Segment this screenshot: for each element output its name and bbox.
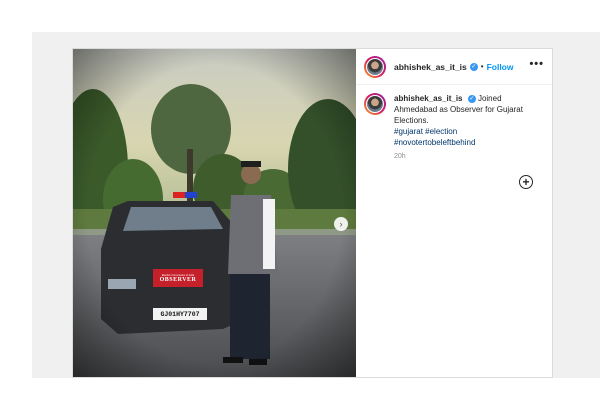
follow-button[interactable]: Follow: [487, 62, 514, 72]
next-image-button[interactable]: ›: [334, 217, 348, 231]
post-photo: [73, 49, 356, 377]
post-sidebar: abhishek_as_it_is ✓ • Follow ••• abhishe…: [356, 49, 552, 377]
load-more-comments-button[interactable]: +: [519, 175, 533, 189]
username-link[interactable]: abhishek_as_it_is: [394, 62, 467, 72]
plate-text: GJ01HY7707: [160, 310, 200, 318]
post-modal: Election Commission of India OBSERVER GJ…: [72, 48, 553, 378]
caption-block: abhishek_as_it_is ✓ Joined Ahmedabad as …: [364, 93, 546, 148]
hashtag-novotertobeleftbehind[interactable]: #novotertobeleftbehind: [394, 138, 475, 147]
avatar[interactable]: [364, 55, 386, 78]
observer-board: Election Commission of India OBSERVER: [153, 269, 203, 287]
caption-avatar[interactable]: [364, 93, 386, 115]
plus-circle-icon: +: [522, 174, 530, 189]
verified-badge-icon: ✓: [469, 62, 478, 71]
more-options-icon[interactable]: •••: [529, 59, 544, 70]
observer-board-line2: OBSERVER: [159, 276, 197, 283]
post-header: abhishek_as_it_is ✓ • Follow •••: [356, 49, 552, 85]
separator-dot: •: [480, 62, 484, 71]
number-plate: GJ01HY7707: [153, 308, 207, 320]
post-image: Election Commission of India OBSERVER GJ…: [73, 49, 356, 377]
caption-verified-icon: ✓: [467, 94, 476, 103]
post-timestamp[interactable]: 20h: [394, 153, 406, 160]
chevron-right-icon: ›: [339, 218, 343, 229]
caption-text-block: abhishek_as_it_is ✓ Joined Ahmedabad as …: [394, 93, 546, 148]
caption-username[interactable]: abhishek_as_it_is: [394, 94, 462, 103]
hashtag-gujarat[interactable]: #gujarat: [394, 127, 423, 136]
hashtag-election[interactable]: #election: [425, 127, 457, 136]
